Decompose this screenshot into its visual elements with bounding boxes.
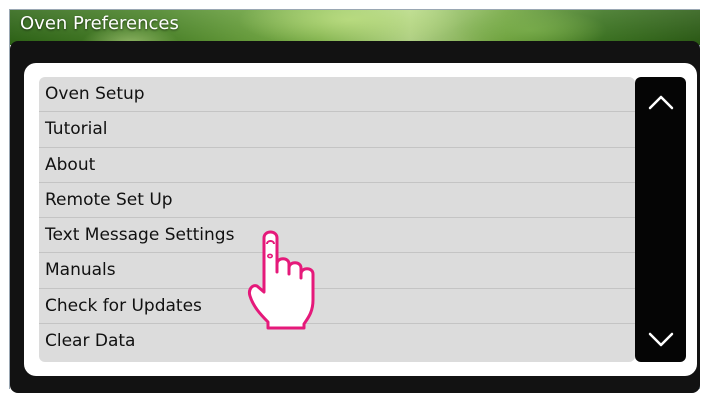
scroll-down-button[interactable] — [635, 320, 686, 360]
menu-item-text-message-settings[interactable]: Text Message Settings — [39, 218, 635, 254]
window-title: Oven Preferences — [20, 13, 179, 34]
menu-item-label: Oven Setup — [45, 84, 145, 105]
chevron-down-icon — [648, 332, 673, 347]
menu-item-label: Remote Set Up — [45, 189, 173, 210]
menu-list: Oven Setup Tutorial About Remote Set Up … — [39, 77, 635, 362]
menu-item-label: About — [45, 154, 96, 175]
scroll-up-button[interactable] — [635, 82, 686, 122]
menu-item-clear-data[interactable]: Clear Data — [39, 324, 635, 359]
menu-item-tutorial[interactable]: Tutorial — [39, 112, 635, 148]
menu-item-label: Tutorial — [45, 119, 108, 140]
menu-item-remote-set-up[interactable]: Remote Set Up — [39, 183, 635, 218]
menu-item-label: Check for Updates — [45, 295, 202, 316]
menu-item-label: Text Message Settings — [45, 225, 235, 246]
menu-item-check-for-updates[interactable]: Check for Updates — [39, 289, 635, 324]
menu-item-label: Clear Data — [45, 331, 136, 352]
menu-item-about[interactable]: About — [39, 148, 635, 183]
scrollbar[interactable] — [635, 77, 686, 362]
chevron-up-icon — [648, 95, 673, 110]
menu-item-manuals[interactable]: Manuals — [39, 253, 635, 289]
menu-item-label: Manuals — [45, 260, 116, 281]
menu-item-oven-setup[interactable]: Oven Setup — [39, 77, 635, 113]
